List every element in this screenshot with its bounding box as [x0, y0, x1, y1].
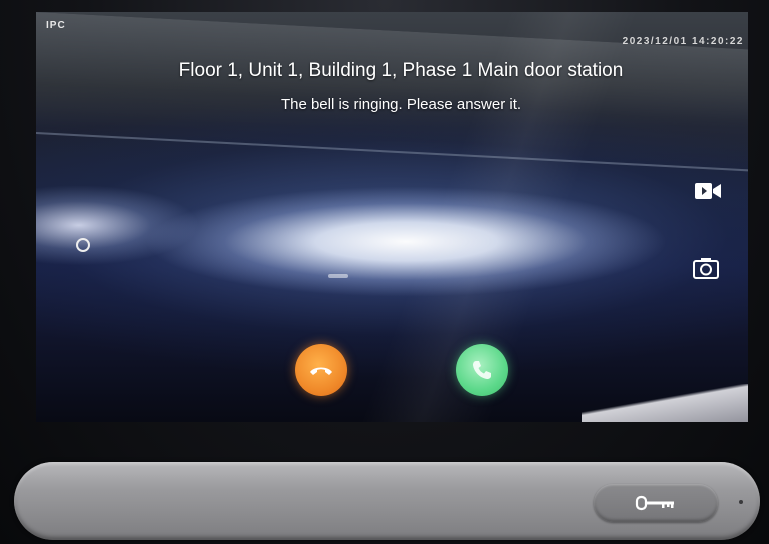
indicator-dot — [76, 238, 90, 252]
video-preview: IPC 2023/12/01 14:20:22 Floor 1, Unit 1,… — [36, 12, 748, 422]
video-camera-icon — [695, 183, 721, 199]
scene-bright-edge — [582, 384, 748, 422]
record-button[interactable] — [694, 180, 722, 202]
sensor-dot — [739, 500, 743, 504]
answer-button[interactable] — [456, 344, 508, 396]
caller-title: Floor 1, Unit 1, Building 1, Phase 1 Mai… — [178, 60, 624, 81]
scene-highlight — [328, 274, 348, 278]
indoor-monitor: IPC 2023/12/01 14:20:22 Floor 1, Unit 1,… — [0, 0, 769, 544]
camera-icon — [693, 258, 719, 279]
source-label: IPC — [46, 20, 66, 31]
snapshot-button[interactable] — [692, 256, 720, 280]
phone-hangup-icon — [310, 367, 332, 375]
hangup-button[interactable] — [295, 344, 347, 396]
call-message: The bell is ringing. Please answer it. — [280, 96, 522, 113]
datetime: 2023/12/01 14:20:22 — [622, 36, 744, 47]
key-icon — [635, 495, 674, 511]
phone-answer-icon — [473, 361, 491, 379]
unlock-button[interactable] — [594, 484, 718, 522]
